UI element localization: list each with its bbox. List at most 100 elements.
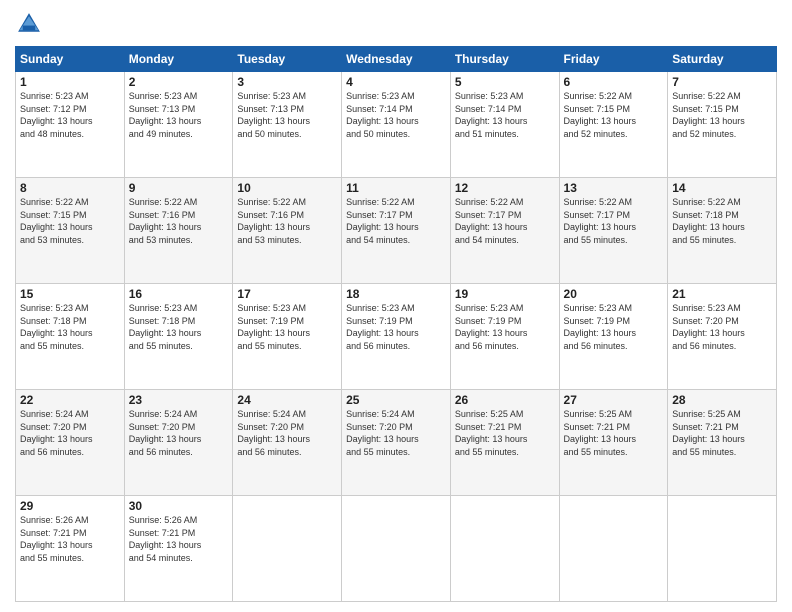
day-number: 20 [564, 287, 664, 301]
day-number: 19 [455, 287, 555, 301]
calendar-cell: 6Sunrise: 5:22 AM Sunset: 7:15 PM Daylig… [559, 72, 668, 178]
calendar-cell: 21Sunrise: 5:23 AM Sunset: 7:20 PM Dayli… [668, 284, 777, 390]
cell-info: Sunrise: 5:23 AM Sunset: 7:14 PM Dayligh… [346, 90, 446, 140]
day-number: 13 [564, 181, 664, 195]
day-number: 16 [129, 287, 229, 301]
day-number: 26 [455, 393, 555, 407]
cell-info: Sunrise: 5:23 AM Sunset: 7:19 PM Dayligh… [564, 302, 664, 352]
logo-icon [15, 10, 43, 38]
cell-info: Sunrise: 5:22 AM Sunset: 7:17 PM Dayligh… [346, 196, 446, 246]
calendar-cell: 4Sunrise: 5:23 AM Sunset: 7:14 PM Daylig… [342, 72, 451, 178]
day-number: 6 [564, 75, 664, 89]
day-number: 8 [20, 181, 120, 195]
calendar-cell: 16Sunrise: 5:23 AM Sunset: 7:18 PM Dayli… [124, 284, 233, 390]
calendar-week-row: 15Sunrise: 5:23 AM Sunset: 7:18 PM Dayli… [16, 284, 777, 390]
cell-info: Sunrise: 5:23 AM Sunset: 7:19 PM Dayligh… [346, 302, 446, 352]
day-number: 9 [129, 181, 229, 195]
day-number: 24 [237, 393, 337, 407]
weekday-header: Sunday [16, 47, 125, 72]
calendar-cell: 18Sunrise: 5:23 AM Sunset: 7:19 PM Dayli… [342, 284, 451, 390]
calendar-cell: 9Sunrise: 5:22 AM Sunset: 7:16 PM Daylig… [124, 178, 233, 284]
calendar-cell: 24Sunrise: 5:24 AM Sunset: 7:20 PM Dayli… [233, 390, 342, 496]
weekday-header: Saturday [668, 47, 777, 72]
calendar-week-row: 1Sunrise: 5:23 AM Sunset: 7:12 PM Daylig… [16, 72, 777, 178]
calendar-week-row: 8Sunrise: 5:22 AM Sunset: 7:15 PM Daylig… [16, 178, 777, 284]
day-number: 5 [455, 75, 555, 89]
cell-info: Sunrise: 5:22 AM Sunset: 7:17 PM Dayligh… [455, 196, 555, 246]
day-number: 30 [129, 499, 229, 513]
calendar-table: SundayMondayTuesdayWednesdayThursdayFrid… [15, 46, 777, 602]
calendar-week-row: 22Sunrise: 5:24 AM Sunset: 7:20 PM Dayli… [16, 390, 777, 496]
calendar-cell: 25Sunrise: 5:24 AM Sunset: 7:20 PM Dayli… [342, 390, 451, 496]
day-number: 21 [672, 287, 772, 301]
calendar-cell: 13Sunrise: 5:22 AM Sunset: 7:17 PM Dayli… [559, 178, 668, 284]
cell-info: Sunrise: 5:23 AM Sunset: 7:19 PM Dayligh… [455, 302, 555, 352]
day-number: 18 [346, 287, 446, 301]
weekday-header: Tuesday [233, 47, 342, 72]
calendar-cell: 15Sunrise: 5:23 AM Sunset: 7:18 PM Dayli… [16, 284, 125, 390]
cell-info: Sunrise: 5:23 AM Sunset: 7:13 PM Dayligh… [129, 90, 229, 140]
cell-info: Sunrise: 5:25 AM Sunset: 7:21 PM Dayligh… [564, 408, 664, 458]
day-number: 14 [672, 181, 772, 195]
day-number: 22 [20, 393, 120, 407]
calendar-cell: 19Sunrise: 5:23 AM Sunset: 7:19 PM Dayli… [450, 284, 559, 390]
calendar-cell: 29Sunrise: 5:26 AM Sunset: 7:21 PM Dayli… [16, 496, 125, 602]
calendar-cell: 5Sunrise: 5:23 AM Sunset: 7:14 PM Daylig… [450, 72, 559, 178]
calendar-cell [668, 496, 777, 602]
cell-info: Sunrise: 5:22 AM Sunset: 7:15 PM Dayligh… [672, 90, 772, 140]
calendar-cell: 12Sunrise: 5:22 AM Sunset: 7:17 PM Dayli… [450, 178, 559, 284]
calendar-cell: 10Sunrise: 5:22 AM Sunset: 7:16 PM Dayli… [233, 178, 342, 284]
cell-info: Sunrise: 5:24 AM Sunset: 7:20 PM Dayligh… [129, 408, 229, 458]
calendar-cell: 1Sunrise: 5:23 AM Sunset: 7:12 PM Daylig… [16, 72, 125, 178]
day-number: 23 [129, 393, 229, 407]
calendar-cell: 26Sunrise: 5:25 AM Sunset: 7:21 PM Dayli… [450, 390, 559, 496]
day-number: 4 [346, 75, 446, 89]
cell-info: Sunrise: 5:22 AM Sunset: 7:16 PM Dayligh… [129, 196, 229, 246]
day-number: 12 [455, 181, 555, 195]
calendar-cell: 27Sunrise: 5:25 AM Sunset: 7:21 PM Dayli… [559, 390, 668, 496]
cell-info: Sunrise: 5:25 AM Sunset: 7:21 PM Dayligh… [455, 408, 555, 458]
cell-info: Sunrise: 5:22 AM Sunset: 7:15 PM Dayligh… [20, 196, 120, 246]
cell-info: Sunrise: 5:22 AM Sunset: 7:15 PM Dayligh… [564, 90, 664, 140]
calendar-cell: 3Sunrise: 5:23 AM Sunset: 7:13 PM Daylig… [233, 72, 342, 178]
day-number: 15 [20, 287, 120, 301]
cell-info: Sunrise: 5:24 AM Sunset: 7:20 PM Dayligh… [20, 408, 120, 458]
day-number: 27 [564, 393, 664, 407]
calendar-cell: 17Sunrise: 5:23 AM Sunset: 7:19 PM Dayli… [233, 284, 342, 390]
cell-info: Sunrise: 5:22 AM Sunset: 7:17 PM Dayligh… [564, 196, 664, 246]
weekday-header: Thursday [450, 47, 559, 72]
day-number: 3 [237, 75, 337, 89]
calendar-cell: 8Sunrise: 5:22 AM Sunset: 7:15 PM Daylig… [16, 178, 125, 284]
calendar-cell: 23Sunrise: 5:24 AM Sunset: 7:20 PM Dayli… [124, 390, 233, 496]
day-number: 7 [672, 75, 772, 89]
calendar-cell: 2Sunrise: 5:23 AM Sunset: 7:13 PM Daylig… [124, 72, 233, 178]
calendar-cell: 7Sunrise: 5:22 AM Sunset: 7:15 PM Daylig… [668, 72, 777, 178]
calendar-cell: 20Sunrise: 5:23 AM Sunset: 7:19 PM Dayli… [559, 284, 668, 390]
calendar-cell: 30Sunrise: 5:26 AM Sunset: 7:21 PM Dayli… [124, 496, 233, 602]
calendar-cell: 22Sunrise: 5:24 AM Sunset: 7:20 PM Dayli… [16, 390, 125, 496]
cell-info: Sunrise: 5:23 AM Sunset: 7:14 PM Dayligh… [455, 90, 555, 140]
cell-info: Sunrise: 5:26 AM Sunset: 7:21 PM Dayligh… [20, 514, 120, 564]
cell-info: Sunrise: 5:23 AM Sunset: 7:19 PM Dayligh… [237, 302, 337, 352]
weekday-header: Monday [124, 47, 233, 72]
calendar-cell: 14Sunrise: 5:22 AM Sunset: 7:18 PM Dayli… [668, 178, 777, 284]
logo [15, 10, 47, 38]
day-number: 28 [672, 393, 772, 407]
cell-info: Sunrise: 5:22 AM Sunset: 7:18 PM Dayligh… [672, 196, 772, 246]
cell-info: Sunrise: 5:24 AM Sunset: 7:20 PM Dayligh… [237, 408, 337, 458]
day-number: 25 [346, 393, 446, 407]
cell-info: Sunrise: 5:23 AM Sunset: 7:13 PM Dayligh… [237, 90, 337, 140]
calendar-cell: 28Sunrise: 5:25 AM Sunset: 7:21 PM Dayli… [668, 390, 777, 496]
cell-info: Sunrise: 5:23 AM Sunset: 7:18 PM Dayligh… [20, 302, 120, 352]
calendar-cell: 11Sunrise: 5:22 AM Sunset: 7:17 PM Dayli… [342, 178, 451, 284]
calendar-cell [233, 496, 342, 602]
header [15, 10, 777, 38]
calendar-week-row: 29Sunrise: 5:26 AM Sunset: 7:21 PM Dayli… [16, 496, 777, 602]
weekday-header: Wednesday [342, 47, 451, 72]
calendar-cell [450, 496, 559, 602]
page: SundayMondayTuesdayWednesdayThursdayFrid… [0, 0, 792, 612]
cell-info: Sunrise: 5:26 AM Sunset: 7:21 PM Dayligh… [129, 514, 229, 564]
calendar-header-row: SundayMondayTuesdayWednesdayThursdayFrid… [16, 47, 777, 72]
cell-info: Sunrise: 5:23 AM Sunset: 7:12 PM Dayligh… [20, 90, 120, 140]
calendar-cell [342, 496, 451, 602]
